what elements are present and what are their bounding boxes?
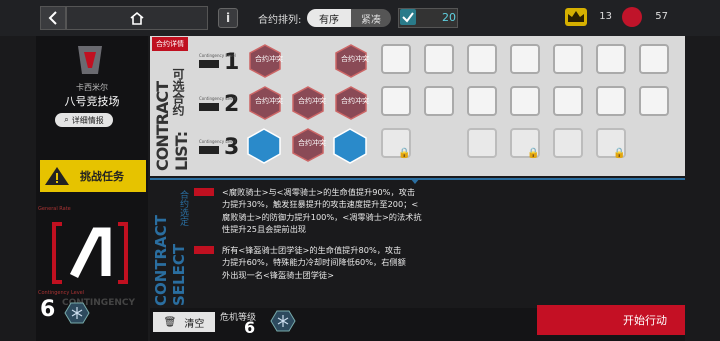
contingency-level-label: Contingency Level — [38, 290, 85, 296]
contract-tile-people[interactable] — [596, 44, 626, 74]
clear-button[interactable]: 🗑 清空 — [153, 312, 215, 332]
contract-count: 20 — [442, 11, 456, 24]
home-icon — [130, 11, 144, 25]
risk-level-badge — [194, 246, 214, 254]
sort-ordered-button[interactable]: 有序 — [307, 9, 351, 27]
snowflake-hex-icon — [64, 302, 90, 324]
contract-tile-selected[interactable] — [246, 128, 282, 164]
pointer-icon — [410, 178, 420, 184]
selected-contract-desc: <腐败骑士>与<凋零骑士>的生命值提升90%，攻击力提升30%，触发狂暴提升的攻… — [222, 187, 422, 234]
stage-region: 卡西米尔 — [76, 83, 108, 92]
contract-tile-hand[interactable] — [510, 44, 540, 74]
risk-level: 6 — [40, 297, 56, 322]
snowflake-hex-icon — [270, 310, 296, 332]
contingency-emblem-icon — [52, 222, 128, 284]
stage-details-button[interactable]: ⌕ 详细情报 — [55, 113, 113, 127]
trash-icon: 🗑 — [163, 316, 177, 328]
row-level-bar — [199, 146, 219, 154]
contract-tile-down[interactable] — [553, 86, 583, 116]
row-sublabel: Contingency Level — [199, 53, 236, 58]
tile-label: 合约冲突 — [298, 97, 326, 105]
contract-tile-locked[interactable] — [467, 128, 497, 158]
contract-tile-sword[interactable] — [381, 44, 411, 74]
row-sublabel: Contingency Level — [199, 96, 236, 101]
tile-label: 合约冲突 — [255, 97, 283, 105]
sort-label: 合约排列: — [258, 15, 302, 26]
tile-label: 合约冲突 — [341, 55, 369, 63]
home-button[interactable] — [66, 6, 208, 30]
row-sublabel: Contingency Level — [199, 139, 236, 144]
contract-tile-locked[interactable] — [553, 128, 583, 158]
warning-icon — [45, 167, 69, 185]
stage-name: 八号竞技场 — [64, 95, 120, 108]
resource2-value: 57 — [655, 11, 668, 22]
contract-tile-selected[interactable] — [332, 128, 368, 164]
info-icon: i — [225, 11, 231, 25]
info-button[interactable]: i — [218, 8, 238, 28]
row-level-bar — [199, 60, 219, 68]
resource1-value: 13 — [599, 11, 612, 22]
contract-tile-people[interactable] — [596, 86, 626, 116]
sort-compact-button[interactable]: 紧凑 — [351, 9, 391, 27]
contract-select-title-cn: 合约选定 — [178, 190, 188, 226]
row-level-bar — [199, 103, 219, 111]
tile-label: 合约冲突 — [341, 97, 369, 105]
contract-tile-hex[interactable] — [381, 86, 411, 116]
rose-icon — [622, 7, 642, 27]
challenge-label: 挑战任务 — [80, 170, 124, 183]
contract-tile-hex-plus[interactable] — [424, 86, 454, 116]
details-label: 详细情报 — [71, 115, 104, 125]
contract-tile-cross[interactable] — [467, 86, 497, 116]
contract-tile-hand[interactable] — [510, 86, 540, 116]
clear-label: 清空 — [184, 318, 205, 330]
tile-label: 合约冲突 — [298, 139, 326, 147]
contract-tile-tower[interactable] — [639, 44, 669, 74]
selected-contract-desc: 所有<锋盔骑士团学徒>的生命值提升80%，攻击力提升60%，特殊能力冷却时间降低… — [222, 245, 406, 280]
danger-level-value: 6 — [244, 318, 256, 337]
risk-level-badge — [194, 188, 214, 196]
general-rate-label: General Rate — [38, 206, 71, 212]
contract-tile-cross[interactable] — [467, 44, 497, 74]
lock-icon: 🔒 — [398, 148, 411, 159]
lock-icon: 🔒 — [613, 148, 626, 159]
start-label: 开始行动 — [623, 314, 667, 327]
knight-emblem-icon — [78, 46, 102, 74]
contract-tile-tower[interactable] — [639, 86, 669, 116]
contract-details-tab[interactable]: 合约详情 — [152, 37, 188, 51]
tile-label: 合约冲突 — [255, 55, 283, 63]
contract-select-title: CONTRACT SELECT — [152, 215, 188, 306]
crown-icon — [565, 8, 587, 26]
back-button[interactable] — [40, 6, 66, 30]
search-icon: ⌕ — [64, 115, 69, 124]
check-icon — [400, 9, 416, 25]
contract-list-title-cn: 可选合约 — [171, 68, 185, 116]
contract-tile-up[interactable] — [553, 44, 583, 74]
back-arrow-icon — [48, 11, 57, 25]
start-operation-button[interactable]: 开始行动 — [537, 305, 685, 335]
contract-tile-plus[interactable] — [424, 44, 454, 74]
lock-icon: 🔒 — [527, 148, 540, 159]
